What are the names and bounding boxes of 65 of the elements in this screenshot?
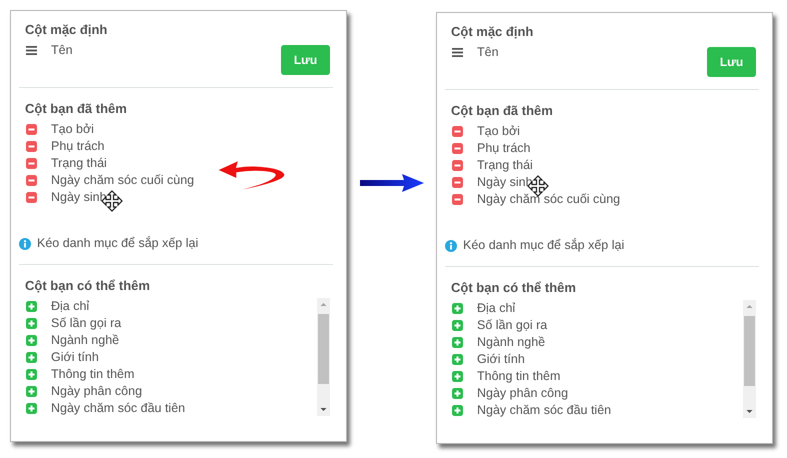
column-label: Ngày phân công [51,383,142,400]
plus-icon [26,386,37,397]
column-label: Giới tính [51,349,99,366]
minus-icon [452,126,463,137]
column-label: Tạo bởi [51,121,94,138]
plus-icon [452,354,463,365]
plus-icon [26,403,37,414]
column-label: Thông tin thêm [477,368,560,385]
plus-icon [452,388,463,399]
section-heading: Cột bạn đã thêm [25,100,128,117]
column-label: Thông tin thêm [51,366,134,383]
section-heading: Cột bạn đã thêm [451,102,554,119]
column-label: Ngày chăm sóc cuối cùng [51,172,194,189]
column-label: Tên [51,42,73,59]
column-label: Ngày phân công [477,385,568,402]
plus-icon [26,352,37,363]
minus-icon [452,177,463,188]
section-heading: Cột bạn có thể thêm [25,277,151,294]
plus-icon [26,335,37,346]
minus-icon [26,192,37,203]
section-heading: Cột mặc định [25,21,108,38]
section-heading: Cột bạn có thể thêm [451,279,577,296]
plus-icon [452,405,463,416]
scrollbar[interactable] [743,300,756,418]
column-label: Giới tính [477,351,525,368]
column-label: Trạng thái [51,155,107,172]
column-label: Tạo bởi [477,123,520,140]
section-heading: Cột mặc định [451,23,534,40]
plus-icon [26,369,37,380]
info-icon [445,240,457,252]
hint-text: Kéo danh mục để sắp xếp lại [37,235,198,252]
column-label: Ngành nghề [477,334,546,351]
plus-icon [452,303,463,314]
minus-icon [26,141,37,152]
column-label: Phụ trách [477,140,531,157]
minus-icon [452,194,463,205]
column-label: Ngày chăm sóc đầu tiên [51,400,186,416]
column-label: Phụ trách [51,138,105,155]
minus-icon [26,158,37,169]
save-button[interactable]: Lưu [707,47,756,77]
plus-icon [452,337,463,348]
arrow-icon [360,173,424,193]
menu-icon [26,45,37,56]
info-icon [19,238,31,250]
column-label: Địa chỉ [477,300,516,317]
column-label: Số lần gọi ra [51,315,122,332]
minus-icon [452,143,463,154]
column-label: Tên [477,44,499,61]
column-label: Trạng thái [477,157,533,174]
column-label: Ngày chăm sóc cuối cùng [477,191,620,208]
plus-icon [26,301,37,312]
column-label: Số lần gọi ra [477,317,548,334]
plus-icon [26,318,37,329]
plus-icon [452,371,463,382]
column-label: Địa chỉ [51,298,90,315]
minus-icon [26,124,37,135]
scrollbar[interactable] [317,298,330,416]
minus-icon [26,175,37,186]
column-label: Ngành nghề [51,332,120,349]
minus-icon [452,160,463,171]
column-label: Ngày chăm sóc đầu tiên [477,402,612,418]
save-button[interactable]: Lưu [281,45,330,75]
menu-icon [452,47,463,58]
plus-icon [452,320,463,331]
hint-text: Kéo danh mục để sắp xếp lại [463,237,624,254]
